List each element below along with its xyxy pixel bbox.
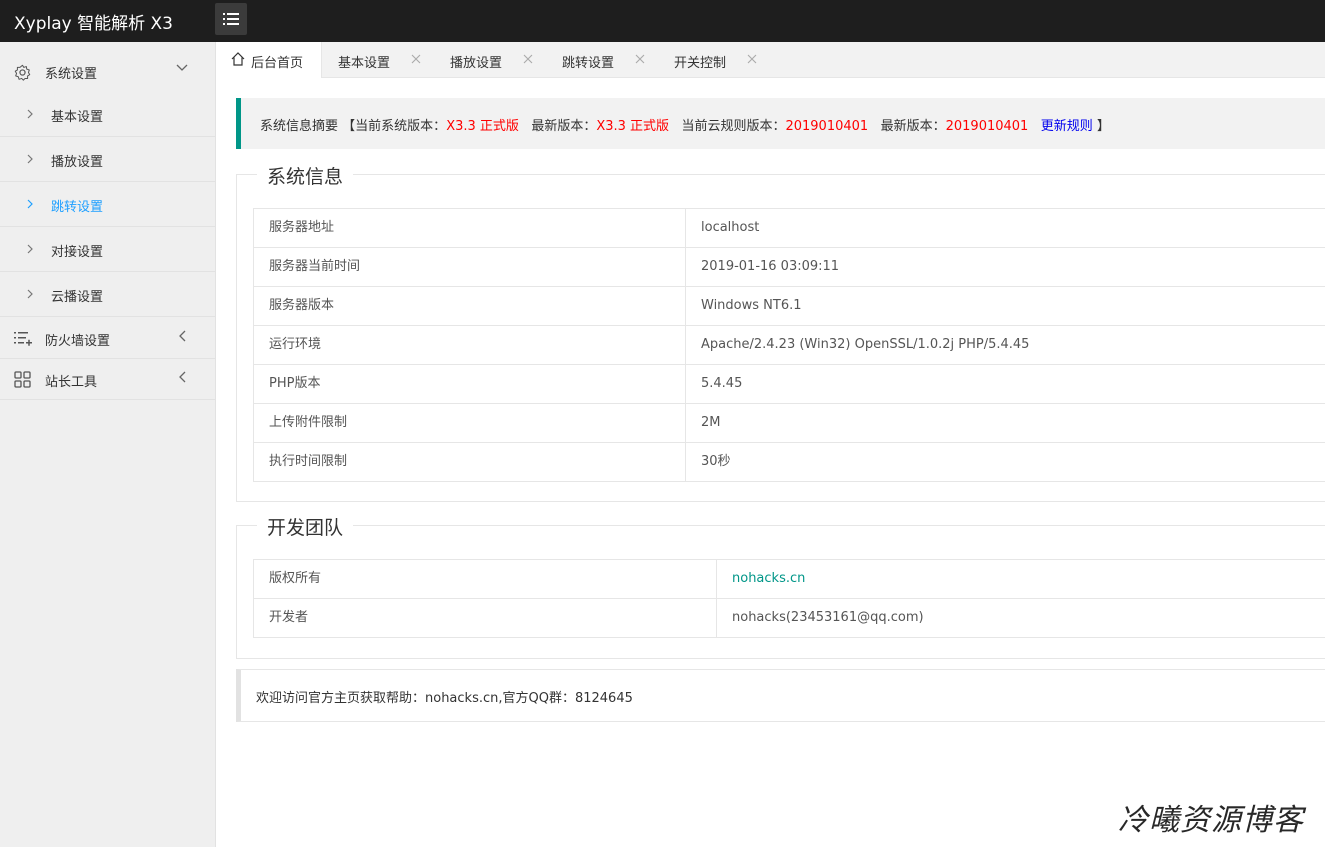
sidebar-group-system-settings[interactable]: 系统设置 xyxy=(0,52,216,88)
chevron-right-icon xyxy=(27,199,33,209)
tab-label: 基本设置 xyxy=(338,56,391,71)
help-notice-text: 欢迎访问官方主页获取帮助：nohacks.cn,官方QQ群：8124645 xyxy=(256,691,633,706)
table-cell-key: 版权所有 xyxy=(269,571,322,586)
table-row: 服务器版本 Windows NT6.1 xyxy=(254,287,1325,326)
chevron-left-icon xyxy=(179,330,186,342)
top-header: Xyplay 智能解析 X3 xyxy=(0,0,1325,42)
sidebar-group-firewall-settings[interactable]: 防火墙设置 xyxy=(0,318,216,359)
latest-rule-version-label: 最新版本： xyxy=(880,119,946,134)
current-version-label: 当前系统版本： xyxy=(355,119,447,134)
table-cell-value: 5.4.45 xyxy=(685,365,742,404)
sidebar-item-label: 云播设置 xyxy=(51,290,104,305)
grid-icon xyxy=(14,371,31,388)
tab-home[interactable]: 后台首页 xyxy=(216,42,322,79)
table-row: 版权所有 nohacks.cn xyxy=(254,560,1325,599)
dev-team-section: 开发团队 版权所有 nohacks.cn 开发者 nohacks(2345316… xyxy=(236,513,1325,659)
table-cell-key: PHP版本 xyxy=(269,376,321,391)
table-cell-value: 2M xyxy=(685,404,721,443)
table-cell-key: 执行时间限制 xyxy=(269,454,348,469)
sidebar-group-webmaster-tools[interactable]: 站长工具 xyxy=(0,359,216,400)
sidebar-item-basic-settings[interactable]: 基本设置 xyxy=(0,92,216,137)
tab-bar: 后台首页 基本设置 播放设置 跳转设置 开关控制 xyxy=(216,42,1325,79)
sidebar-item-connect-settings[interactable]: 对接设置 xyxy=(0,227,216,272)
table-cell-key: 服务器地址 xyxy=(269,220,335,235)
sidebar-item-label: 对接设置 xyxy=(51,245,104,260)
table-row: PHP版本 5.4.45 xyxy=(254,365,1325,404)
table-row: 服务器当前时间 2019-01-16 03:09:11 xyxy=(254,248,1325,287)
latest-version-value: X3.3 正式版 xyxy=(596,119,670,134)
tab-switch-control[interactable]: 开关控制 xyxy=(658,42,770,78)
table-cell-value: Apache/2.4.23 (Win32) OpenSSL/1.0.2j PHP… xyxy=(685,326,1029,365)
menu-toggle-button[interactable] xyxy=(215,3,247,35)
system-info-section: 系统信息 服务器地址 localhost 服务器当前时间 2019-01-16 … xyxy=(236,162,1325,502)
chevron-right-icon xyxy=(27,154,33,164)
main-content: 系统信息摘要 【当前系统版本：X3.3 正式版 最新版本：X3.3 正式版 当前… xyxy=(216,78,1325,847)
current-version-value: X3.3 正式版 xyxy=(446,119,519,134)
chevron-right-icon xyxy=(27,289,33,299)
table-cell-value: 2019-01-16 03:09:11 xyxy=(685,248,839,287)
tab-play-settings[interactable]: 播放设置 xyxy=(434,42,546,78)
chevron-right-icon xyxy=(27,109,33,119)
table-cell-value: 30秒 xyxy=(685,443,731,482)
table-cell-key: 开发者 xyxy=(269,610,309,625)
system-info-title: 系统信息 xyxy=(257,162,354,189)
summary-text: 系统信息摘要 【当前系统版本：X3.3 正式版 最新版本：X3.3 正式版 当前… xyxy=(260,115,1110,134)
system-summary-banner: 系统信息摘要 【当前系统版本：X3.3 正式版 最新版本：X3.3 正式版 当前… xyxy=(236,98,1325,149)
sidebar-item-label: 跳转设置 xyxy=(51,200,104,215)
close-icon[interactable] xyxy=(411,54,421,64)
table-row: 服务器地址 localhost xyxy=(254,209,1325,248)
table-row: 开发者 nohacks(23453161@qq.com) xyxy=(254,599,1325,638)
home-icon xyxy=(231,52,245,66)
table-cell-key: 服务器版本 xyxy=(269,298,335,313)
sidebar-group-label: 站长工具 xyxy=(45,375,98,390)
table-cell-value: localhost xyxy=(685,209,759,248)
tab-label: 开关控制 xyxy=(674,56,727,71)
dev-team-title: 开发团队 xyxy=(257,513,354,540)
summary-prefix: 系统信息摘要 xyxy=(260,119,339,134)
dev-team-table: 版权所有 nohacks.cn 开发者 nohacks(23453161@qq.… xyxy=(253,559,1325,638)
sidebar-item-redirect-settings[interactable]: 跳转设置 xyxy=(0,182,216,227)
tab-label: 播放设置 xyxy=(450,56,503,71)
sidebar-item-cloud-play-settings[interactable]: 云播设置 xyxy=(0,272,216,317)
latest-rule-version-value: 2019010401 xyxy=(945,119,1029,134)
close-icon[interactable] xyxy=(747,54,757,64)
summary-bracket-open: 【 xyxy=(342,119,356,134)
tab-label: 跳转设置 xyxy=(562,56,615,71)
system-info-table: 服务器地址 localhost 服务器当前时间 2019-01-16 03:09… xyxy=(253,208,1325,482)
list-add-icon xyxy=(14,332,32,346)
cloud-rule-version-value: 2019010401 xyxy=(785,119,869,134)
tab-basic-settings[interactable]: 基本设置 xyxy=(322,42,434,78)
app-title: Xyplay 智能解析 X3 xyxy=(14,14,173,34)
summary-bracket-close: 】 xyxy=(1096,119,1110,134)
copyright-link[interactable]: nohacks.cn xyxy=(716,560,805,599)
table-cell-key: 服务器当前时间 xyxy=(269,259,361,274)
table-cell-key: 上传附件限制 xyxy=(269,415,348,430)
sidebar-item-label: 基本设置 xyxy=(51,110,104,125)
close-icon[interactable] xyxy=(635,54,645,64)
cloud-rule-version-label: 当前云规则版本： xyxy=(681,119,786,134)
table-cell-value: nohacks(23453161@qq.com) xyxy=(716,599,924,638)
table-cell-key: 运行环境 xyxy=(269,337,322,352)
watermark: 冷曦资源博客 xyxy=(1118,803,1304,838)
chevron-left-icon xyxy=(179,371,186,383)
menu-icon xyxy=(223,13,239,25)
update-rules-link[interactable]: 更新规则 xyxy=(1041,119,1093,134)
tab-label: 后台首页 xyxy=(251,56,304,71)
tab-redirect-settings[interactable]: 跳转设置 xyxy=(546,42,658,78)
sidebar-group-label: 系统设置 xyxy=(45,67,98,82)
gear-icon xyxy=(14,64,31,81)
table-cell-value: Windows NT6.1 xyxy=(685,287,802,326)
table-row: 运行环境 Apache/2.4.23 (Win32) OpenSSL/1.0.2… xyxy=(254,326,1325,365)
table-row: 执行时间限制 30秒 xyxy=(254,443,1325,482)
chevron-right-icon xyxy=(27,244,33,254)
sidebar: 系统设置 基本设置 播放设置 跳转设置 对接设置 云播设置 防火墙设置 站长工具 xyxy=(0,42,216,847)
help-notice: 欢迎访问官方主页获取帮助：nohacks.cn,官方QQ群：8124645 xyxy=(236,669,1325,722)
close-icon[interactable] xyxy=(523,54,533,64)
sidebar-group-label: 防火墙设置 xyxy=(45,334,111,349)
table-row: 上传附件限制 2M xyxy=(254,404,1325,443)
chevron-down-icon xyxy=(176,64,188,71)
latest-version-label: 最新版本： xyxy=(531,119,597,134)
sidebar-item-play-settings[interactable]: 播放设置 xyxy=(0,137,216,182)
sidebar-item-label: 播放设置 xyxy=(51,155,104,170)
